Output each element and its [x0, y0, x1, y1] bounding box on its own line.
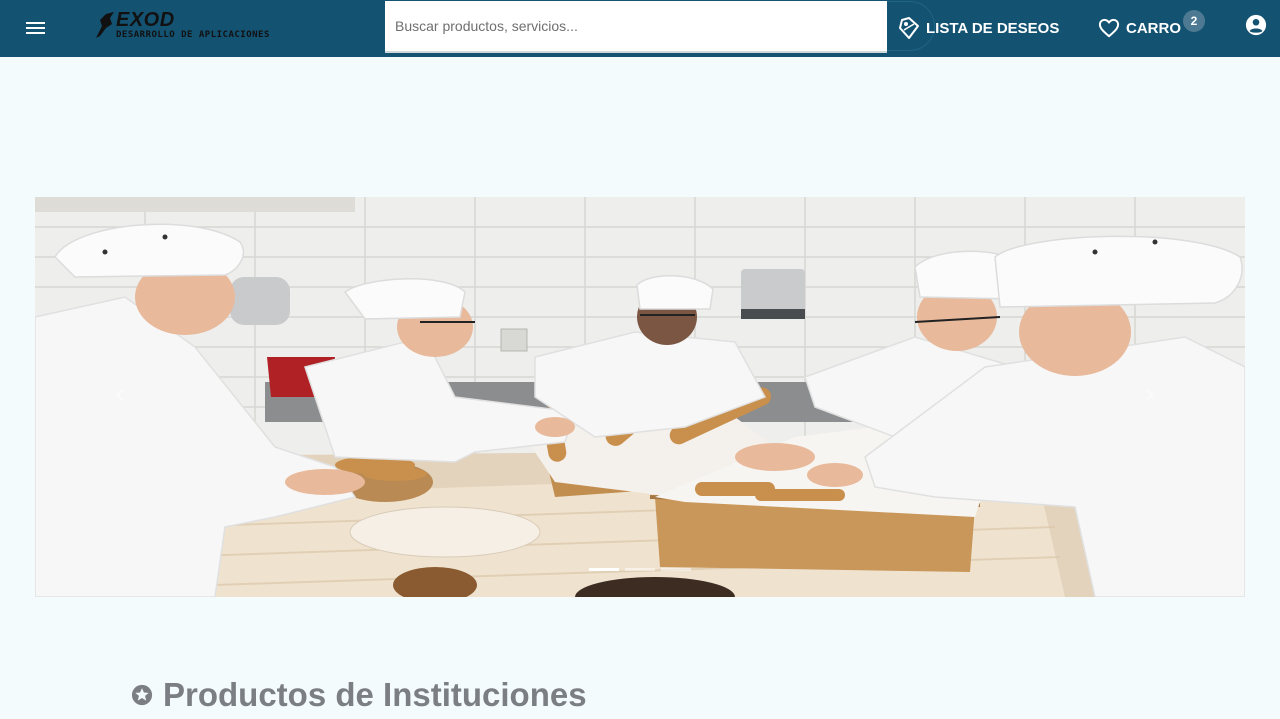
carousel-indicator[interactable] — [625, 568, 655, 571]
top-navbar: EXOD DESARROLLO DE APLICACIONES LISTA DE… — [0, 0, 1280, 57]
bird-logo-icon — [96, 12, 114, 38]
cart-label: CARRO — [1126, 19, 1181, 37]
chevron-right-icon[interactable]: › — [1135, 377, 1165, 417]
menu-icon[interactable] — [22, 14, 50, 42]
wishlist-label: LISTA DE DESEOS — [926, 19, 1060, 37]
chevron-left-icon[interactable]: ‹ — [105, 377, 135, 417]
wishlist-tag-icon — [899, 17, 919, 39]
heart-icon — [1098, 18, 1120, 38]
section-heading: Productos de Instituciones — [131, 676, 587, 714]
bakery-photo — [35, 197, 1245, 597]
hero-carousel: ‹ › — [35, 197, 1245, 597]
carousel-indicator[interactable] — [589, 568, 619, 571]
search-input[interactable] — [385, 1, 887, 53]
brand-logo[interactable]: EXOD DESARROLLO DE APLICACIONES — [94, 8, 284, 44]
star-icon — [131, 684, 153, 706]
cart-count-badge: 2 — [1183, 10, 1205, 32]
brand-tagline: DESARROLLO DE APLICACIONES — [116, 30, 270, 40]
cart-link[interactable]: CARRO — [1098, 14, 1181, 42]
brand-name: EXOD — [116, 9, 175, 31]
carousel-indicators — [589, 568, 691, 571]
account-icon[interactable] — [1245, 14, 1267, 36]
carousel-indicator[interactable] — [661, 568, 691, 571]
wishlist-link[interactable]: LISTA DE DESEOS — [898, 14, 1059, 42]
section-title: Productos de Instituciones — [163, 676, 587, 713]
